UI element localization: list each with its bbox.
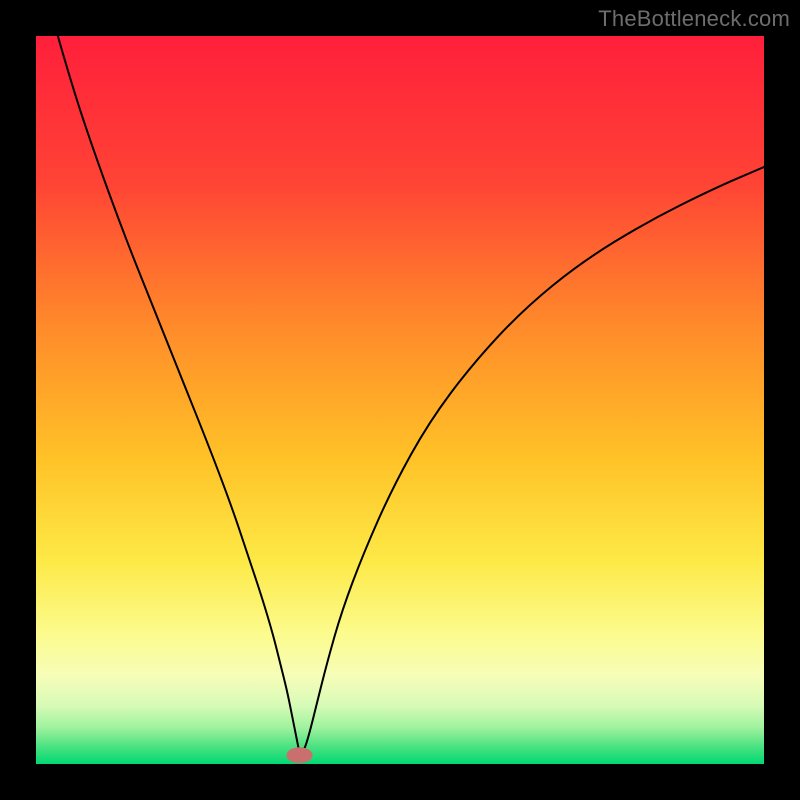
- chart-frame: TheBottleneck.com: [0, 0, 800, 800]
- watermark-text: TheBottleneck.com: [598, 6, 790, 32]
- plot-area: [36, 36, 764, 764]
- optimal-point-marker: [286, 747, 312, 763]
- bottleneck-curve: [36, 36, 764, 764]
